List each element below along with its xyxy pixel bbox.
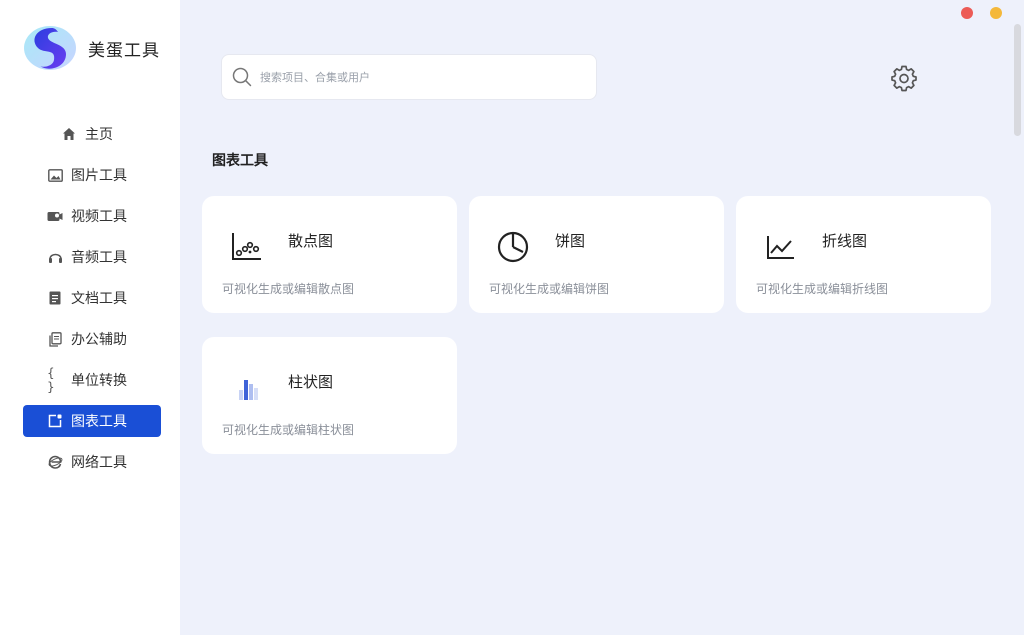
close-window-button[interactable]: [961, 7, 973, 19]
document-icon: [47, 290, 63, 306]
tool-card-scatter[interactable]: 散点图 可视化生成或编辑散点图: [202, 196, 457, 313]
sidebar-item-office-assist[interactable]: 办公辅助: [23, 323, 161, 355]
tool-card-pie[interactable]: 饼图 可视化生成或编辑饼图: [469, 196, 724, 313]
sidebar-item-label: 办公辅助: [71, 332, 127, 348]
sidebar-item-label: 图片工具: [71, 168, 127, 184]
sidebar-item-label: 网络工具: [71, 455, 127, 471]
home-icon: [61, 126, 77, 142]
app-logo-icon: [24, 26, 76, 70]
minimize-window-button[interactable]: [990, 7, 1002, 19]
sidebar-item-label: 视频工具: [71, 209, 127, 225]
sidebar-item-network-tools[interactable]: 网络工具: [23, 446, 161, 478]
card-description: 可视化生成或编辑柱状图: [222, 423, 355, 437]
gear-icon[interactable]: [890, 64, 918, 92]
card-description: 可视化生成或编辑折线图: [756, 282, 889, 296]
sidebar-item-label: 图表工具: [71, 414, 127, 430]
video-icon: [47, 208, 63, 224]
pie-chart-icon: [497, 231, 529, 263]
braces-icon: { }: [47, 366, 55, 394]
copy-icon: [47, 331, 63, 347]
line-chart-icon: [767, 236, 794, 259]
card-description: 可视化生成或编辑散点图: [222, 282, 355, 296]
search-icon: [232, 67, 252, 87]
sidebar-item-home[interactable]: 主页: [23, 118, 161, 150]
card-title: 柱状图: [288, 373, 334, 391]
sidebar-item-video-tools[interactable]: 视频工具: [23, 200, 161, 232]
section-title: 图表工具: [212, 153, 268, 169]
browser-icon: [47, 454, 63, 470]
app-name: 美蛋工具: [88, 40, 160, 61]
sidebar-item-document-tools[interactable]: 文档工具: [23, 282, 161, 314]
brand: 美蛋工具: [22, 22, 160, 74]
sidebar-item-audio-tools[interactable]: 音频工具: [23, 241, 161, 273]
search-bar: [221, 54, 597, 100]
card-description: 可视化生成或编辑饼图: [489, 282, 610, 296]
sidebar-item-label: 主页: [85, 127, 113, 143]
search-input[interactable]: [260, 70, 580, 84]
headphones-icon: [47, 249, 63, 265]
image-icon: [47, 167, 63, 183]
sidebar-item-label: 单位转换: [71, 373, 127, 389]
bar-chart-icon: [239, 380, 258, 400]
card-title: 折线图: [822, 232, 868, 250]
scrollbar[interactable]: [1014, 24, 1021, 136]
sidebar-item-chart-tools[interactable]: 图表工具: [23, 405, 161, 437]
chart-tool-icon: [47, 413, 63, 429]
sidebar-nav: 主页 图片工具 视频工具 音频工具 文档工具 办公辅助 {} 单位转换 图表工…: [23, 118, 161, 487]
card-title: 散点图: [288, 232, 334, 250]
sidebar-item-label: 文档工具: [71, 291, 127, 307]
sidebar-item-image-tools[interactable]: 图片工具: [23, 159, 161, 191]
tool-card-line[interactable]: 折线图 可视化生成或编辑折线图: [736, 196, 991, 313]
scatter-chart-icon: [232, 233, 261, 260]
sidebar: 美蛋工具 主页 图片工具 视频工具 音频工具 文档工具 办公辅助 {} 单位转…: [0, 0, 180, 635]
window-controls: [961, 7, 1002, 19]
sidebar-item-unit-conversion[interactable]: { } 单位转换: [23, 364, 161, 396]
card-title: 饼图: [555, 232, 586, 250]
tool-card-bar[interactable]: 柱状图 可视化生成或编辑柱状图: [202, 337, 457, 454]
sidebar-item-label: 音频工具: [71, 250, 127, 266]
